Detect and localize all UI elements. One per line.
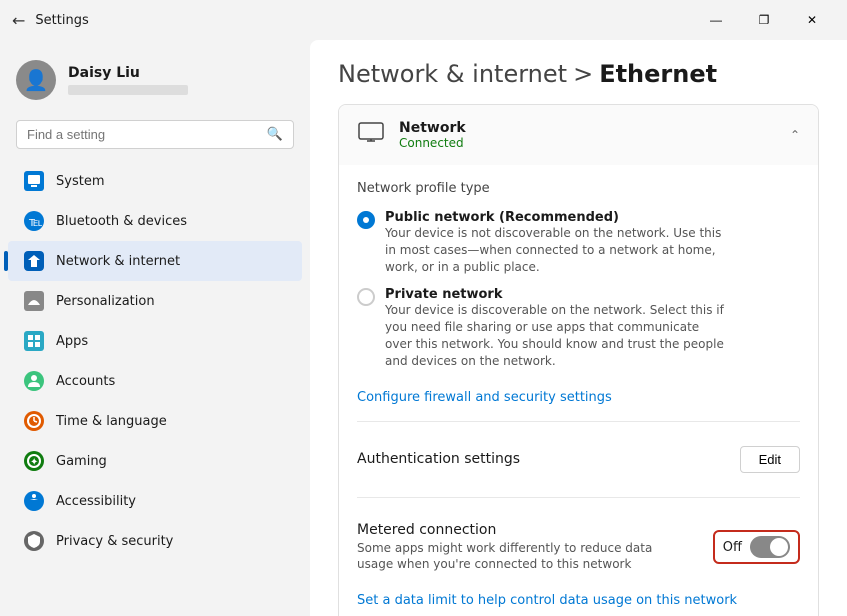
avatar: 👤 xyxy=(16,60,56,100)
breadcrumb-sep: > xyxy=(573,60,593,88)
minimize-button[interactable]: — xyxy=(693,4,739,36)
page-content: Network Connected ⌃ Network profile type xyxy=(310,104,847,616)
public-network-desc: Your device is not discoverable on the n… xyxy=(385,225,725,275)
search-icon: 🔍 xyxy=(267,127,283,142)
breadcrumb-current: Ethernet xyxy=(599,60,717,88)
card-header-left: Network Connected xyxy=(357,119,466,151)
breadcrumb-parent[interactable]: Network & internet xyxy=(338,60,567,88)
sidebar-item-accounts-label: Accounts xyxy=(56,374,115,389)
authentication-label: Authentication settings xyxy=(357,451,520,467)
sidebar-item-apps-label: Apps xyxy=(56,334,88,349)
sidebar-item-accessibility-label: Accessibility xyxy=(56,494,136,509)
privacy-icon xyxy=(24,531,44,551)
sidebar-item-gaming-label: Gaming xyxy=(56,454,107,469)
user-email xyxy=(68,85,188,95)
toggle-thumb xyxy=(770,538,788,556)
time-icon xyxy=(24,411,44,431)
search-box[interactable]: 🔍 xyxy=(16,120,294,149)
apps-icon xyxy=(24,331,44,351)
monitor-icon xyxy=(357,119,385,151)
breadcrumb: Network & internet > Ethernet xyxy=(338,60,819,88)
public-network-radio[interactable] xyxy=(357,211,375,229)
edit-button[interactable]: Edit xyxy=(740,446,800,473)
user-avatar-icon: 👤 xyxy=(24,68,49,92)
metered-title: Metered connection xyxy=(357,522,657,538)
chevron-up-icon: ⌃ xyxy=(790,128,800,142)
metered-toggle-group[interactable]: Off xyxy=(713,530,800,564)
accessibility-icon xyxy=(24,491,44,511)
divider-1 xyxy=(357,421,800,422)
svg-text:℡: ℡ xyxy=(28,215,42,229)
title-bar: ← Settings — ❐ ✕ xyxy=(0,0,847,40)
user-name: Daisy Liu xyxy=(68,65,188,81)
gaming-icon: ✦ xyxy=(24,451,44,471)
metered-desc: Some apps might work differently to redu… xyxy=(357,540,657,574)
private-network-text: Private network Your device is discovera… xyxy=(385,287,725,369)
sidebar-item-accounts[interactable]: Accounts xyxy=(8,361,302,401)
profile-section-label: Network profile type xyxy=(357,181,800,196)
radio-group: Public network (Recommended) Your device… xyxy=(357,210,800,370)
authentication-row: Authentication settings Edit xyxy=(357,438,800,481)
network-card-body: Network profile type Public network (Rec… xyxy=(339,165,818,616)
bluetooth-icon: ℡ xyxy=(24,211,44,231)
private-network-option[interactable]: Private network Your device is discovera… xyxy=(357,287,800,369)
page-header: Network & internet > Ethernet xyxy=(310,40,847,104)
sidebar-item-gaming[interactable]: ✦ Gaming xyxy=(8,441,302,481)
metered-row: Metered connection Some apps might work … xyxy=(357,514,800,582)
back-icon[interactable]: ← xyxy=(12,11,25,30)
main-panel: Network & internet > Ethernet xyxy=(310,40,847,616)
system-icon xyxy=(24,171,44,191)
toggle-off-label: Off xyxy=(723,540,742,555)
sidebar-item-time-label: Time & language xyxy=(56,414,167,429)
sidebar-item-network[interactable]: Network & internet xyxy=(8,241,302,281)
user-info: Daisy Liu xyxy=(68,65,188,95)
private-network-desc: Your device is discoverable on the netwo… xyxy=(385,302,725,369)
sidebar-item-privacy[interactable]: Privacy & security xyxy=(8,521,302,561)
settings-window: ← Settings — ❐ ✕ 👤 Daisy Liu xyxy=(0,0,847,616)
window-controls: — ❐ ✕ xyxy=(693,4,835,36)
close-button[interactable]: ✕ xyxy=(789,4,835,36)
accounts-icon xyxy=(24,371,44,391)
sidebar-item-network-label: Network & internet xyxy=(56,254,180,269)
sidebar-item-bluetooth[interactable]: ℡ Bluetooth & devices xyxy=(8,201,302,241)
maximize-button[interactable]: ❐ xyxy=(741,4,787,36)
main-content: 👤 Daisy Liu 🔍 System xyxy=(0,40,847,616)
network-icon xyxy=(24,251,44,271)
card-title-group: Network Connected xyxy=(399,120,466,150)
network-card: Network Connected ⌃ Network profile type xyxy=(338,104,819,616)
sidebar-item-personalization-label: Personalization xyxy=(56,294,155,309)
sidebar-item-personalization[interactable]: Personalization xyxy=(8,281,302,321)
network-card-subtitle: Connected xyxy=(399,136,466,150)
title-bar-left: ← Settings xyxy=(12,11,89,30)
window-title: Settings xyxy=(35,13,88,28)
network-card-header[interactable]: Network Connected ⌃ xyxy=(339,105,818,165)
metered-toggle[interactable] xyxy=(750,536,790,558)
firewall-link[interactable]: Configure firewall and security settings xyxy=(357,390,612,405)
network-card-title: Network xyxy=(399,120,466,136)
public-network-option[interactable]: Public network (Recommended) Your device… xyxy=(357,210,800,275)
sidebar-item-system[interactable]: System xyxy=(8,161,302,201)
search-input[interactable] xyxy=(27,127,259,142)
private-network-label: Private network xyxy=(385,287,725,302)
sidebar-item-time[interactable]: Time & language xyxy=(8,401,302,441)
svg-text:✦: ✦ xyxy=(30,457,38,468)
sidebar-item-privacy-label: Privacy & security xyxy=(56,534,173,549)
data-limit-link[interactable]: Set a data limit to help control data us… xyxy=(357,593,737,608)
active-indicator xyxy=(4,251,8,271)
sidebar-item-system-label: System xyxy=(56,174,104,189)
public-network-text: Public network (Recommended) Your device… xyxy=(385,210,725,275)
user-profile[interactable]: 👤 Daisy Liu xyxy=(0,48,310,116)
sidebar: 👤 Daisy Liu 🔍 System xyxy=(0,40,310,616)
private-network-radio[interactable] xyxy=(357,288,375,306)
sidebar-item-apps[interactable]: Apps xyxy=(8,321,302,361)
sidebar-item-bluetooth-label: Bluetooth & devices xyxy=(56,214,187,229)
divider-2 xyxy=(357,497,800,498)
personalization-icon xyxy=(24,291,44,311)
sidebar-item-accessibility[interactable]: Accessibility xyxy=(8,481,302,521)
metered-left: Metered connection Some apps might work … xyxy=(357,522,657,574)
data-limit-link-container: Set a data limit to help control data us… xyxy=(357,589,800,608)
public-network-label: Public network (Recommended) xyxy=(385,210,725,225)
